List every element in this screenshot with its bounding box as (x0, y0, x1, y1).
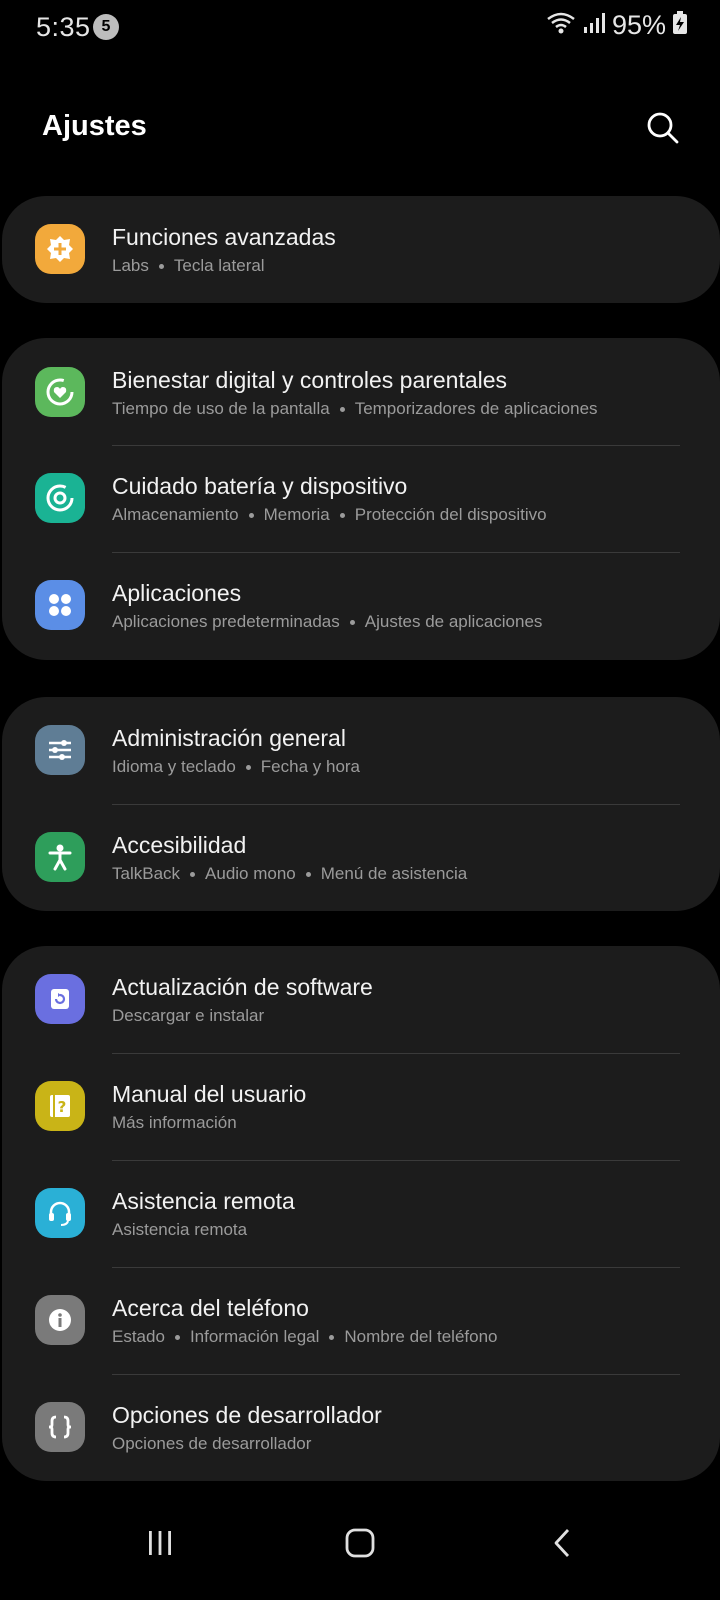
settings-item-opciones-desarrollador[interactable]: Opciones de desarrollador Opciones de de… (2, 1374, 720, 1481)
notification-count-badge: 5 (93, 14, 119, 40)
item-sub-part: Ajustes de aplicaciones (364, 612, 543, 631)
item-subtitle: Aplicaciones predeterminadas Ajustes de a… (112, 612, 542, 632)
settings-group-apps: Bienestar digital y controles parentales… (2, 338, 720, 660)
item-subtitle: Opciones de desarrollador (112, 1434, 311, 1454)
developer-options-icon (35, 1402, 85, 1452)
search-icon (643, 112, 683, 152)
item-sub-part: Información legal (189, 1327, 320, 1346)
item-sub-part: TalkBack (112, 864, 181, 883)
general-management-icon (35, 725, 85, 775)
item-title: Funciones avanzadas (112, 224, 336, 250)
settings-item-funciones-avanzadas[interactable]: Funciones avanzadas Labs Tecla lateral (2, 196, 720, 303)
item-title: Manual del usuario (112, 1081, 307, 1107)
item-title: Bienestar digital y controles parentales (112, 367, 508, 393)
recent-apps-icon (145, 1528, 175, 1563)
settings-group-advanced: Funciones avanzadas Labs Tecla lateral (2, 196, 720, 303)
status-bar: 5:35 5 95% (0, 0, 720, 56)
settings-group-support: Actualización de software Descargar e in… (2, 946, 720, 1481)
item-subtitle: Asistencia remota (112, 1220, 247, 1240)
recent-apps-button[interactable] (130, 1520, 190, 1570)
item-sub-part: Protección del dispositivo (354, 505, 547, 524)
home-icon (344, 1527, 376, 1564)
item-sub-part: Labs (112, 256, 149, 275)
page-title: Ajustes (42, 110, 147, 142)
item-title: Actualización de software (112, 974, 373, 1000)
item-title: Asistencia remota (112, 1188, 295, 1214)
item-sub-part: Tiempo de uso de la pantalla (112, 399, 330, 418)
svg-text:?: ? (58, 1098, 67, 1116)
item-subtitle: Más información (112, 1113, 237, 1133)
settings-item-manual-usuario[interactable]: ? Manual del usuario Más información (2, 1053, 720, 1160)
item-sub-part: Menú de asistencia (320, 864, 468, 883)
back-icon (548, 1527, 578, 1564)
item-title: Administración general (112, 725, 346, 751)
back-button[interactable] (533, 1520, 593, 1570)
item-subtitle: TalkBack Audio mono Menú de asistencia (112, 864, 467, 884)
item-sub-part: Aplicaciones predeterminadas (112, 612, 340, 631)
accessibility-icon (35, 832, 85, 882)
digital-wellbeing-icon (35, 367, 85, 417)
settings-item-acerca-telefono[interactable]: Acerca del teléfono Estado Información le… (2, 1267, 720, 1374)
item-subtitle: Idioma y teclado Fecha y hora (112, 757, 360, 777)
item-sub-part: Nombre del teléfono (344, 1327, 498, 1346)
search-button[interactable] (643, 108, 683, 148)
item-subtitle: Almacenamiento Memoria Protección del disp… (112, 505, 547, 525)
device-care-icon (35, 473, 85, 523)
item-sub-part: Fecha y hora (260, 757, 361, 776)
settings-item-aplicaciones[interactable]: Aplicaciones Aplicaciones predeterminada… (2, 552, 720, 659)
item-title: Aplicaciones (112, 580, 242, 606)
apps-icon (35, 580, 85, 630)
item-sub-part: Temporizadores de aplicaciones (354, 399, 598, 418)
settings-item-cuidado-bateria[interactable]: Cuidado batería y dispositivo Almacenami… (2, 445, 720, 552)
signal-icon (582, 11, 606, 40)
item-subtitle: Labs Tecla lateral (112, 256, 265, 276)
battery-percent: 95% (611, 10, 666, 40)
settings-item-accesibilidad[interactable]: Accesibilidad TalkBack Audio mono Menú de … (2, 804, 720, 911)
status-icons: 95% (546, 10, 688, 41)
settings-item-administracion-general[interactable]: Administración general Idioma y teclado F… (2, 697, 720, 804)
item-sub-part: Asistencia remota (112, 1220, 248, 1239)
navigation-bar (0, 1492, 720, 1600)
item-sub-part: Almacenamiento (112, 505, 239, 524)
item-sub-part: Descargar e instalar (112, 1006, 265, 1025)
item-sub-part: Más información (112, 1113, 237, 1132)
about-phone-icon (35, 1295, 85, 1345)
item-title: Accesibilidad (112, 832, 247, 858)
settings-item-actualizacion-software[interactable]: Actualización de software Descargar e in… (2, 946, 720, 1053)
settings-item-bienestar-digital[interactable]: Bienestar digital y controles parentales… (2, 338, 720, 445)
item-title: Opciones de desarrollador (112, 1402, 382, 1428)
item-subtitle: Descargar e instalar (112, 1006, 264, 1026)
item-sub-part: Idioma y teclado (112, 757, 236, 776)
software-update-icon (35, 974, 85, 1024)
battery-charging-icon (672, 11, 688, 40)
item-subtitle: Tiempo de uso de la pantalla Temporizador… (112, 399, 598, 419)
advanced-features-icon (35, 224, 85, 274)
status-time: 5:35 (36, 12, 91, 42)
item-sub-part: Estado (112, 1327, 165, 1346)
user-manual-icon: ? (35, 1081, 85, 1131)
home-button[interactable] (330, 1520, 390, 1570)
item-sub-part: Audio mono (205, 864, 296, 883)
settings-group-general: Administración general Idioma y teclado F… (2, 697, 720, 911)
item-sub-part: Memoria (263, 505, 330, 524)
remote-support-icon (35, 1188, 85, 1238)
item-sub-part: Opciones de desarrollador (112, 1434, 312, 1453)
item-title: Acerca del teléfono (112, 1295, 309, 1321)
item-subtitle: Estado Información legal Nombre del teléfo… (112, 1327, 498, 1347)
item-title: Cuidado batería y dispositivo (112, 473, 408, 499)
item-sub-part: Tecla lateral (173, 256, 265, 275)
wifi-icon (546, 11, 576, 40)
settings-item-asistencia-remota[interactable]: Asistencia remota Asistencia remota (2, 1160, 720, 1267)
